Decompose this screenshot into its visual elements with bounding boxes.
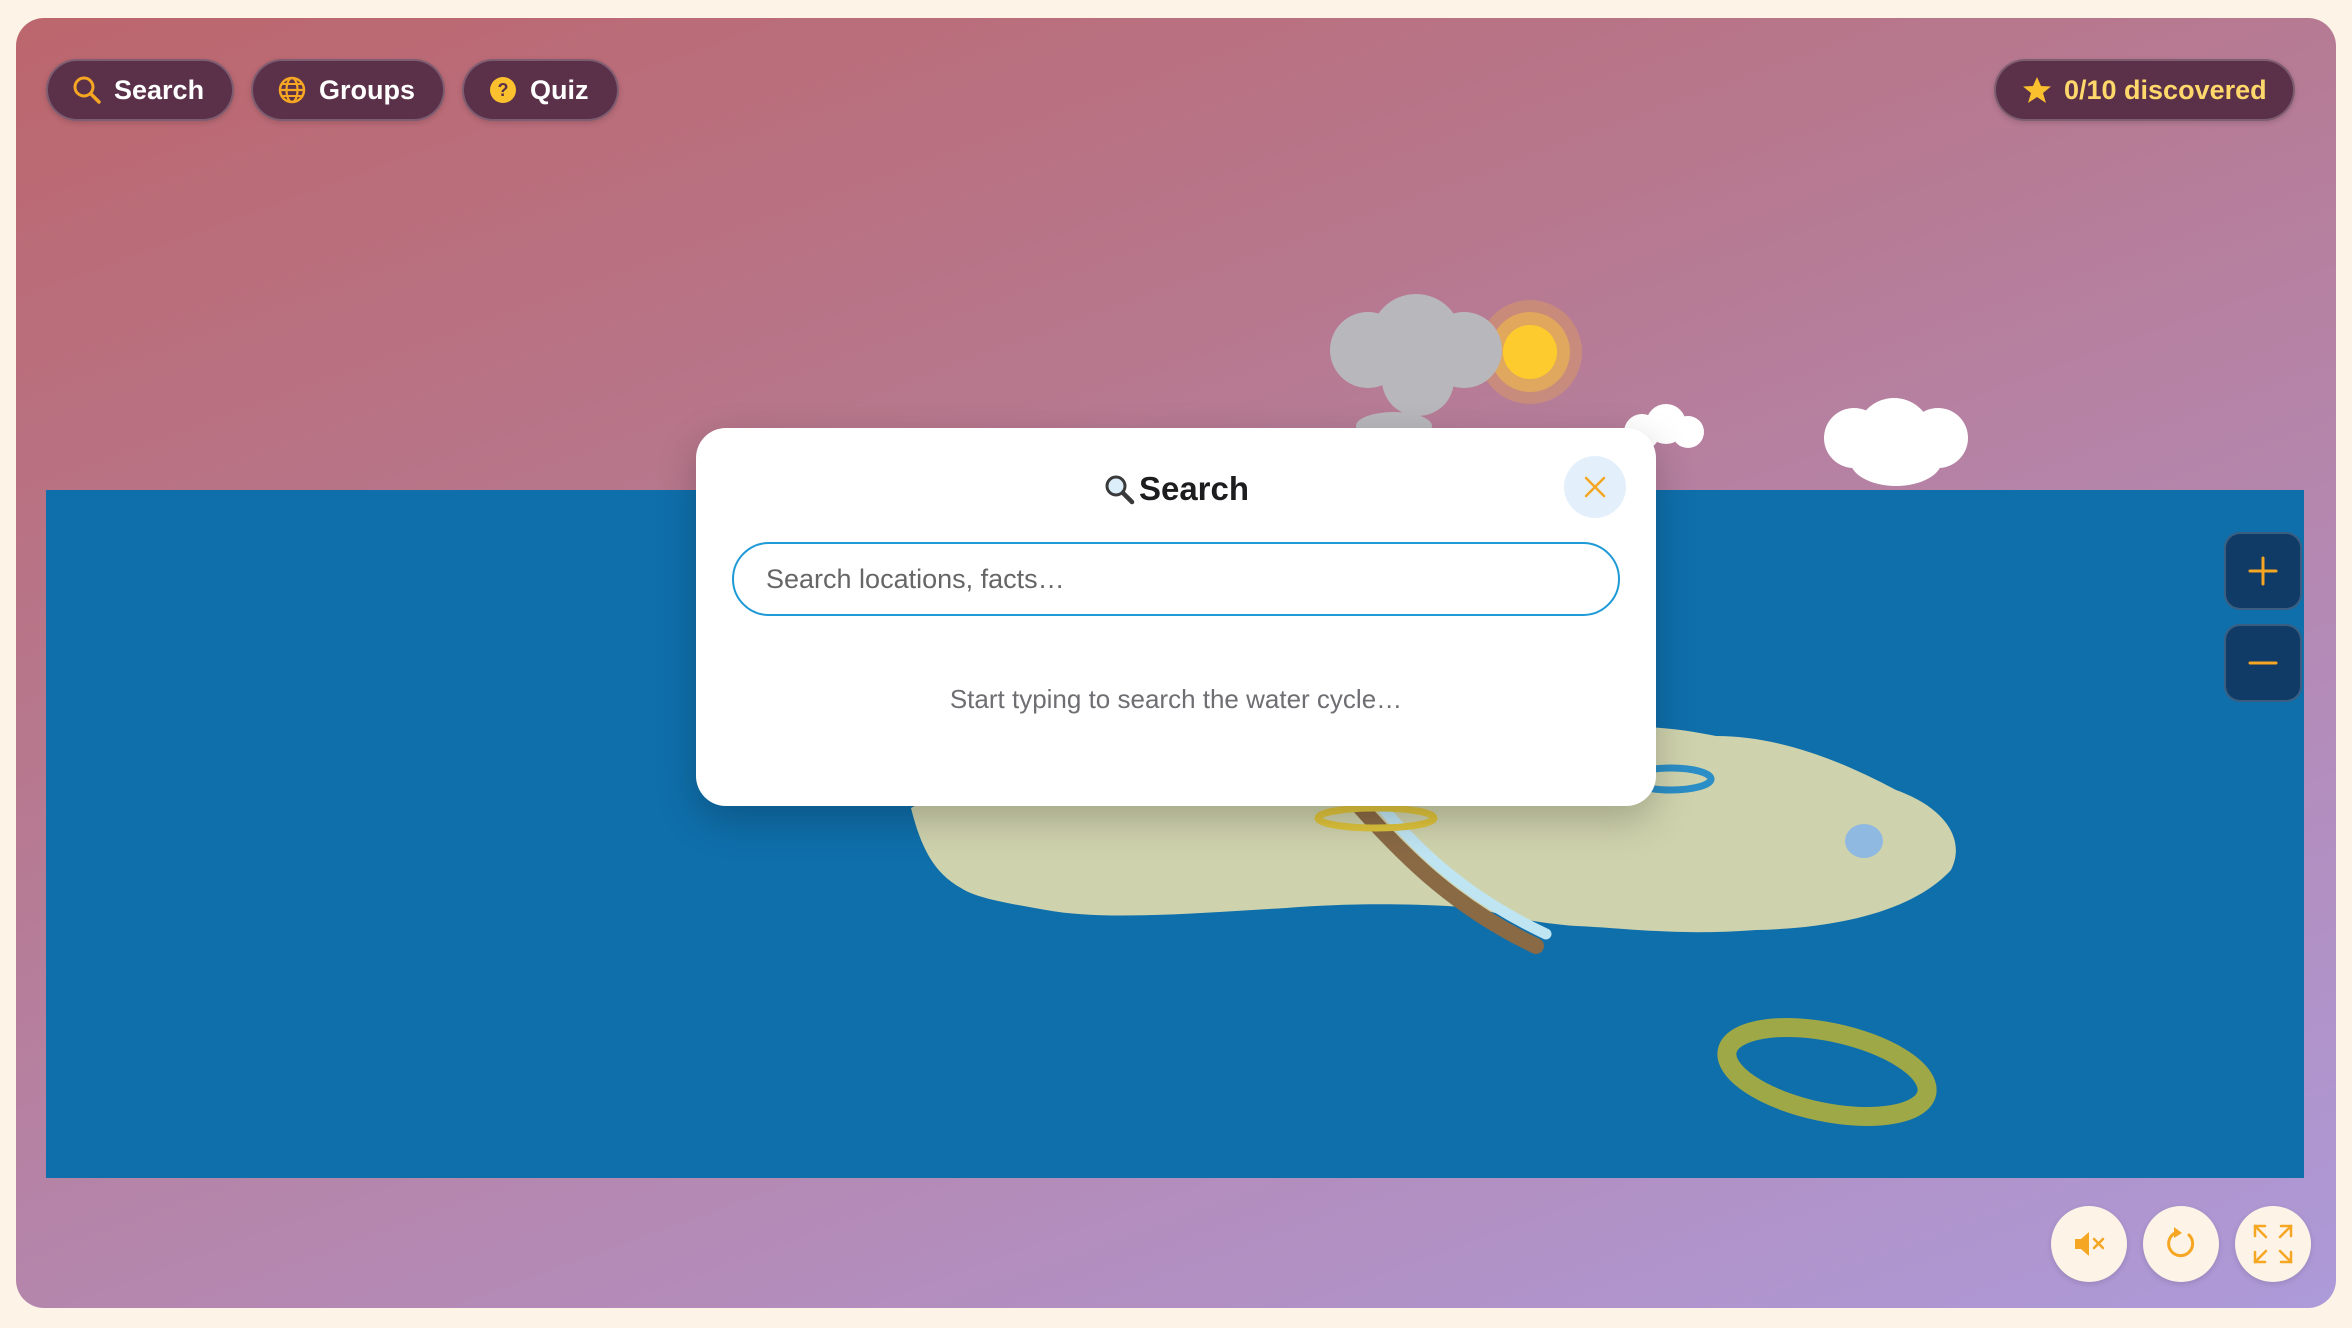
- search-button-label: Search: [114, 74, 205, 105]
- magnifier-emoji-icon: [1105, 475, 1135, 505]
- close-button[interactable]: [1564, 456, 1626, 518]
- svg-text:?: ?: [498, 80, 509, 100]
- discovery-counter-label: 0/10 discovered: [2064, 74, 2267, 105]
- question-icon: ?: [490, 77, 516, 103]
- app-frame: Search Groups ? Quiz 0/10 discovered Sea…: [16, 18, 2336, 1308]
- discovery-counter: 0/10 discovered: [1994, 59, 2295, 121]
- zoom-in-button[interactable]: [2224, 532, 2302, 610]
- fullscreen-icon: [2253, 1224, 2293, 1264]
- zoom-out-button[interactable]: [2224, 624, 2302, 702]
- search-modal-title: Search: [696, 470, 1656, 508]
- plus-icon: [2248, 556, 2278, 586]
- white-cloud: [1824, 398, 1968, 486]
- search-hint: Start typing to search the water cycle…: [949, 684, 1403, 714]
- mute-icon: [2075, 1232, 2105, 1256]
- reset-view-icon: [2167, 1227, 2195, 1258]
- search-icon: [73, 76, 101, 104]
- mute-button[interactable]: [2051, 1206, 2127, 1282]
- groups-button[interactable]: Groups: [251, 59, 446, 121]
- quiz-button[interactable]: ? Quiz: [462, 59, 619, 121]
- groups-button-label: Groups: [319, 74, 416, 105]
- minus-icon: [2248, 661, 2278, 665]
- reset-view-button[interactable]: [2143, 1206, 2219, 1282]
- rain-cloud: [1330, 294, 1502, 440]
- fullscreen-button[interactable]: [2235, 1206, 2311, 1282]
- star-icon: [2023, 77, 2051, 103]
- search-modal-title-text: Search: [1138, 470, 1250, 507]
- close-icon: [1584, 476, 1606, 498]
- globe-icon: [278, 76, 306, 104]
- lake: [1845, 824, 1883, 858]
- search-modal: Search Start typing to search the water …: [696, 428, 1656, 806]
- quiz-button-label: Quiz: [530, 74, 589, 105]
- search-button[interactable]: Search: [46, 59, 235, 121]
- search-input[interactable]: [732, 542, 1620, 616]
